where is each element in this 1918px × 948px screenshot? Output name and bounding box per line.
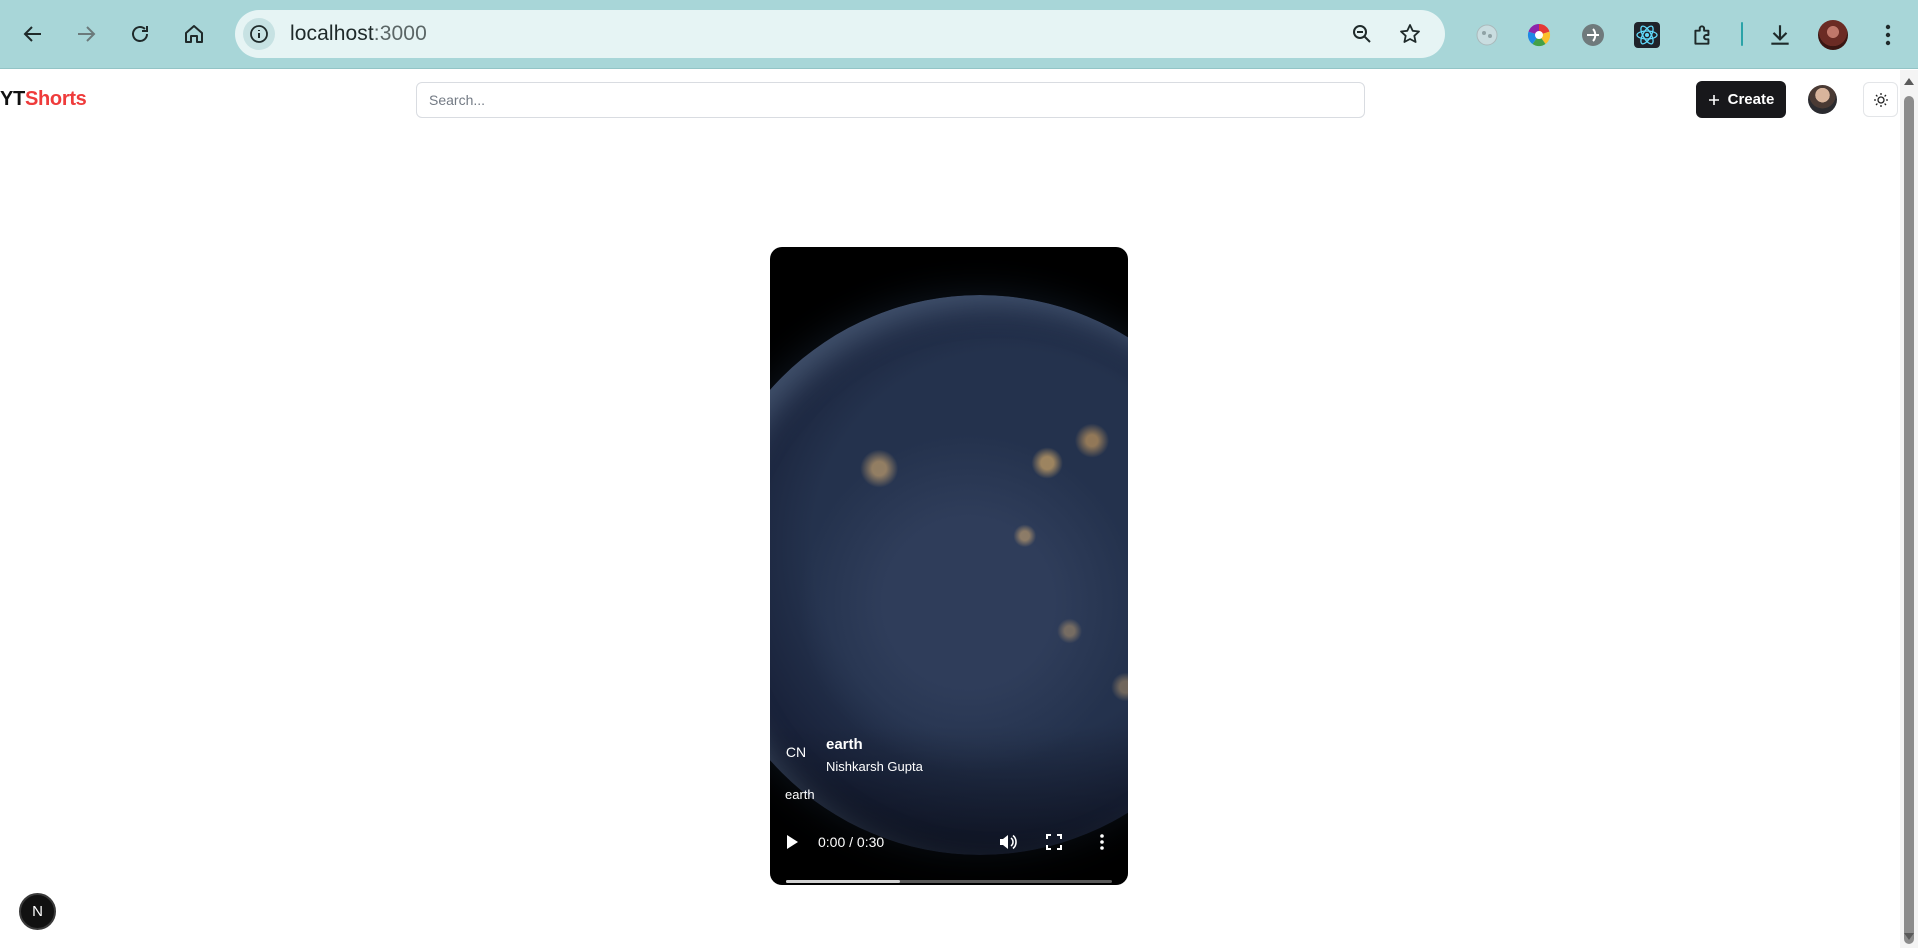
channel-name[interactable]: Nishkarsh Gupta	[826, 759, 923, 774]
more-options-button[interactable]	[1090, 830, 1114, 854]
forward-button[interactable]	[64, 12, 108, 56]
plus-icon	[1708, 94, 1719, 105]
logo-yt-text: YT	[0, 88, 25, 110]
address-bar[interactable]: localhost:3000	[235, 10, 1445, 58]
scrollbar-thumb[interactable]	[1904, 96, 1914, 944]
arrow-right-icon	[78, 26, 96, 42]
toolbar-divider	[1741, 22, 1743, 46]
reload-icon	[132, 26, 148, 42]
home-icon	[185, 25, 203, 43]
home-button[interactable]	[172, 12, 216, 56]
bookmark-star-icon[interactable]	[1398, 22, 1422, 46]
create-button[interactable]: Create	[1696, 81, 1786, 118]
user-avatar[interactable]	[1808, 85, 1837, 114]
browser-toolbar: localhost:3000	[0, 0, 1918, 69]
site-info-icon[interactable]	[243, 18, 275, 50]
react-devtools-icon[interactable]	[1632, 20, 1662, 50]
grey-extension-icon[interactable]	[1578, 20, 1608, 50]
create-button-label: Create	[1727, 91, 1775, 108]
search-input[interactable]	[416, 82, 1365, 118]
video-title: earth	[826, 736, 863, 753]
page-scrollbar[interactable]	[1900, 70, 1918, 948]
nextjs-dev-badge[interactable]: N	[19, 893, 56, 930]
url-text[interactable]: localhost:3000	[290, 22, 427, 46]
scroll-up-icon[interactable]	[1903, 76, 1915, 86]
video-progress-bar[interactable]	[786, 880, 1112, 883]
fullscreen-icon	[1046, 834, 1062, 850]
extension-icon[interactable]	[1472, 20, 1502, 50]
zoom-icon[interactable]	[1350, 22, 1374, 46]
video-progress-fill	[786, 880, 901, 883]
arrow-left-icon	[23, 26, 41, 42]
download-icon[interactable]	[1765, 20, 1795, 50]
profile-avatar-icon[interactable]	[1818, 20, 1848, 50]
play-icon	[787, 835, 798, 849]
back-button[interactable]	[11, 12, 55, 56]
fullscreen-button[interactable]	[1042, 830, 1066, 854]
volume-icon	[1000, 834, 1017, 850]
puzzle-extensions-icon[interactable]	[1688, 20, 1718, 50]
video-tag[interactable]: earth	[785, 787, 815, 802]
scroll-down-icon[interactable]	[1903, 932, 1915, 942]
theme-toggle-button[interactable]	[1863, 82, 1898, 117]
channel-avatar[interactable]: CN	[780, 736, 812, 768]
logo-shorts-text: Shorts	[24, 88, 87, 110]
sun-icon	[1873, 92, 1888, 107]
app-logo[interactable]: YTShorts	[0, 88, 87, 111]
time-display: 0:00 / 0:30	[818, 834, 885, 850]
volume-button[interactable]	[995, 830, 1019, 854]
video-player[interactable]: CN earth Nishkarsh Gupta earth 0:00 / 0:…	[770, 247, 1128, 885]
video-controls: 0:00 / 0:30	[770, 817, 1128, 885]
browser-menu-icon[interactable]	[1873, 20, 1903, 50]
color-picker-extension-icon[interactable]	[1524, 20, 1554, 50]
reload-button[interactable]	[118, 12, 162, 56]
more-vertical-icon	[1100, 834, 1104, 850]
play-button[interactable]	[780, 830, 804, 854]
